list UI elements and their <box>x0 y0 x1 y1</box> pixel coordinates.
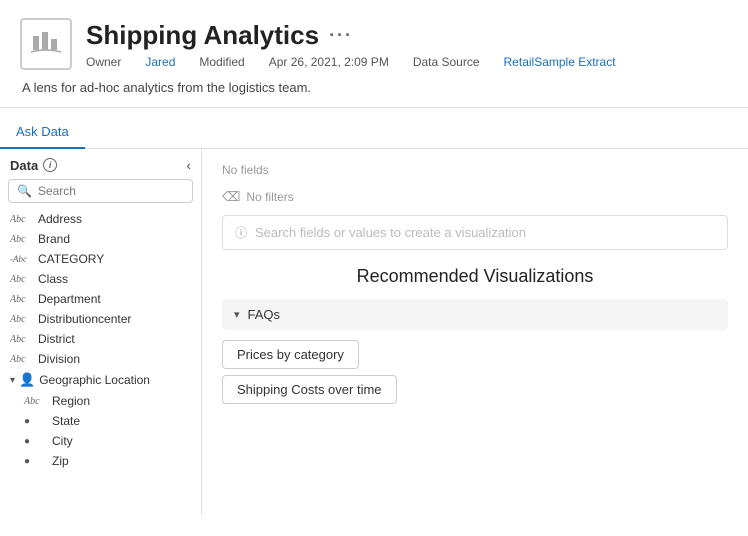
faq-header[interactable]: ▾ FAQs <box>234 307 716 322</box>
location-group-icon: 👤 <box>19 372 35 388</box>
sidebar-item-geographic-location[interactable]: ▾ 👤 Geographic Location <box>0 369 201 391</box>
filter-row: ⌫ No filters <box>222 189 728 205</box>
faq-group: ▾ FAQs <box>222 299 728 330</box>
app-logo <box>20 18 72 70</box>
item-label: CATEGORY <box>38 252 191 266</box>
item-label: Region <box>52 394 191 408</box>
item-label: Address <box>38 212 191 226</box>
no-filters-label: No filters <box>246 190 293 204</box>
app-title-row: Shipping Analytics ··· <box>86 20 616 51</box>
modified-label: Modified <box>199 55 244 69</box>
item-label: Division <box>38 352 191 366</box>
datasource-label: Data Source <box>413 55 480 69</box>
more-options-button[interactable]: ··· <box>329 25 353 46</box>
sidebar: Data i ‹ 🔍 Abc Address Abc Brand -Abc CA… <box>0 149 202 515</box>
list-item[interactable]: Abc Class <box>0 269 201 289</box>
type-badge: Abc <box>10 234 32 245</box>
app-title-text: Shipping Analytics <box>86 20 319 51</box>
search-box[interactable]: 🔍 <box>8 179 193 203</box>
globe-icon: ● <box>24 436 46 447</box>
list-item[interactable]: -Abc CATEGORY <box>0 249 201 269</box>
list-item[interactable]: Abc Address <box>0 209 201 229</box>
item-label: Zip <box>52 454 191 468</box>
no-fields-label: No fields <box>222 163 728 179</box>
sidebar-title: Data i <box>10 158 57 173</box>
main-layout: Data i ‹ 🔍 Abc Address Abc Brand -Abc CA… <box>0 149 748 515</box>
sidebar-header: Data i ‹ <box>0 149 201 179</box>
recommended-title: Recommended Visualizations <box>222 266 728 287</box>
item-label: Distributioncenter <box>38 312 191 326</box>
list-item[interactable]: Abc Brand <box>0 229 201 249</box>
meta-row: Owner Jared Modified Apr 26, 2021, 2:09 … <box>86 55 616 69</box>
group-label: Geographic Location <box>39 373 150 387</box>
app-header: Shipping Analytics ··· Owner Jared Modif… <box>0 0 748 108</box>
sidebar-item-division[interactable]: Abc Division <box>0 349 201 369</box>
search-input[interactable] <box>38 184 184 198</box>
faq-label: FAQs <box>248 307 281 322</box>
viz-button-prices-by-category[interactable]: Prices by category <box>222 340 359 369</box>
visualization-search-bar[interactable]: ⓘ Search fields or values to create a vi… <box>222 215 728 250</box>
item-label: State <box>52 414 191 428</box>
content-area: No fields ⌫ No filters ⓘ Search fields o… <box>202 149 748 515</box>
type-badge: Abc <box>10 354 32 365</box>
search-icon: 🔍 <box>17 184 32 198</box>
list-item[interactable]: Abc Distributioncenter <box>0 309 201 329</box>
info-circle-icon: ⓘ <box>235 224 247 241</box>
item-label: Department <box>38 292 191 306</box>
tab-ask-data[interactable]: Ask Data <box>0 116 85 149</box>
chevron-down-icon: ▾ <box>10 375 15 386</box>
datasource-link[interactable]: RetailSample Extract <box>504 55 616 69</box>
viz-buttons: Prices by category Shipping Costs over t… <box>222 340 728 404</box>
item-label: Class <box>38 272 191 286</box>
type-badge: -Abc <box>10 254 32 264</box>
item-label: Brand <box>38 232 191 246</box>
item-label: City <box>52 434 191 448</box>
globe-icon: ● <box>24 456 46 467</box>
info-icon[interactable]: i <box>43 158 57 172</box>
viz-button-shipping-costs[interactable]: Shipping Costs over time <box>222 375 397 404</box>
sidebar-item-state[interactable]: ● State <box>0 411 201 431</box>
viz-search-placeholder: Search fields or values to create a visu… <box>255 225 526 240</box>
owner-link[interactable]: Jared <box>145 55 175 69</box>
item-label: District <box>38 332 191 346</box>
modified-date: Apr 26, 2021, 2:09 PM <box>269 55 389 69</box>
filter-icon: ⌫ <box>222 189 240 205</box>
collapse-sidebar-button[interactable]: ‹ <box>186 157 191 173</box>
list-item[interactable]: Abc Department <box>0 289 201 309</box>
list-item[interactable]: Abc District <box>0 329 201 349</box>
globe-icon: ● <box>24 416 46 427</box>
app-description: A lens for ad-hoc analytics from the log… <box>20 80 728 95</box>
sidebar-item-zip[interactable]: ● Zip <box>0 451 201 471</box>
type-badge: Abc <box>10 274 32 285</box>
type-badge: Abc <box>10 314 32 325</box>
sidebar-item-city[interactable]: ● City <box>0 431 201 451</box>
recommended-section: Recommended Visualizations ▾ FAQs Prices… <box>222 266 728 404</box>
type-badge: Abc <box>24 396 46 407</box>
tab-bar: Ask Data <box>0 116 748 149</box>
owner-label: Owner <box>86 55 121 69</box>
type-badge: Abc <box>10 294 32 305</box>
type-badge: Abc <box>10 334 32 345</box>
sidebar-items: Abc Address Abc Brand -Abc CATEGORY Abc … <box>0 209 201 515</box>
sidebar-item-region[interactable]: Abc Region <box>0 391 201 411</box>
type-badge: Abc <box>10 214 32 225</box>
faq-chevron-icon: ▾ <box>234 308 240 321</box>
